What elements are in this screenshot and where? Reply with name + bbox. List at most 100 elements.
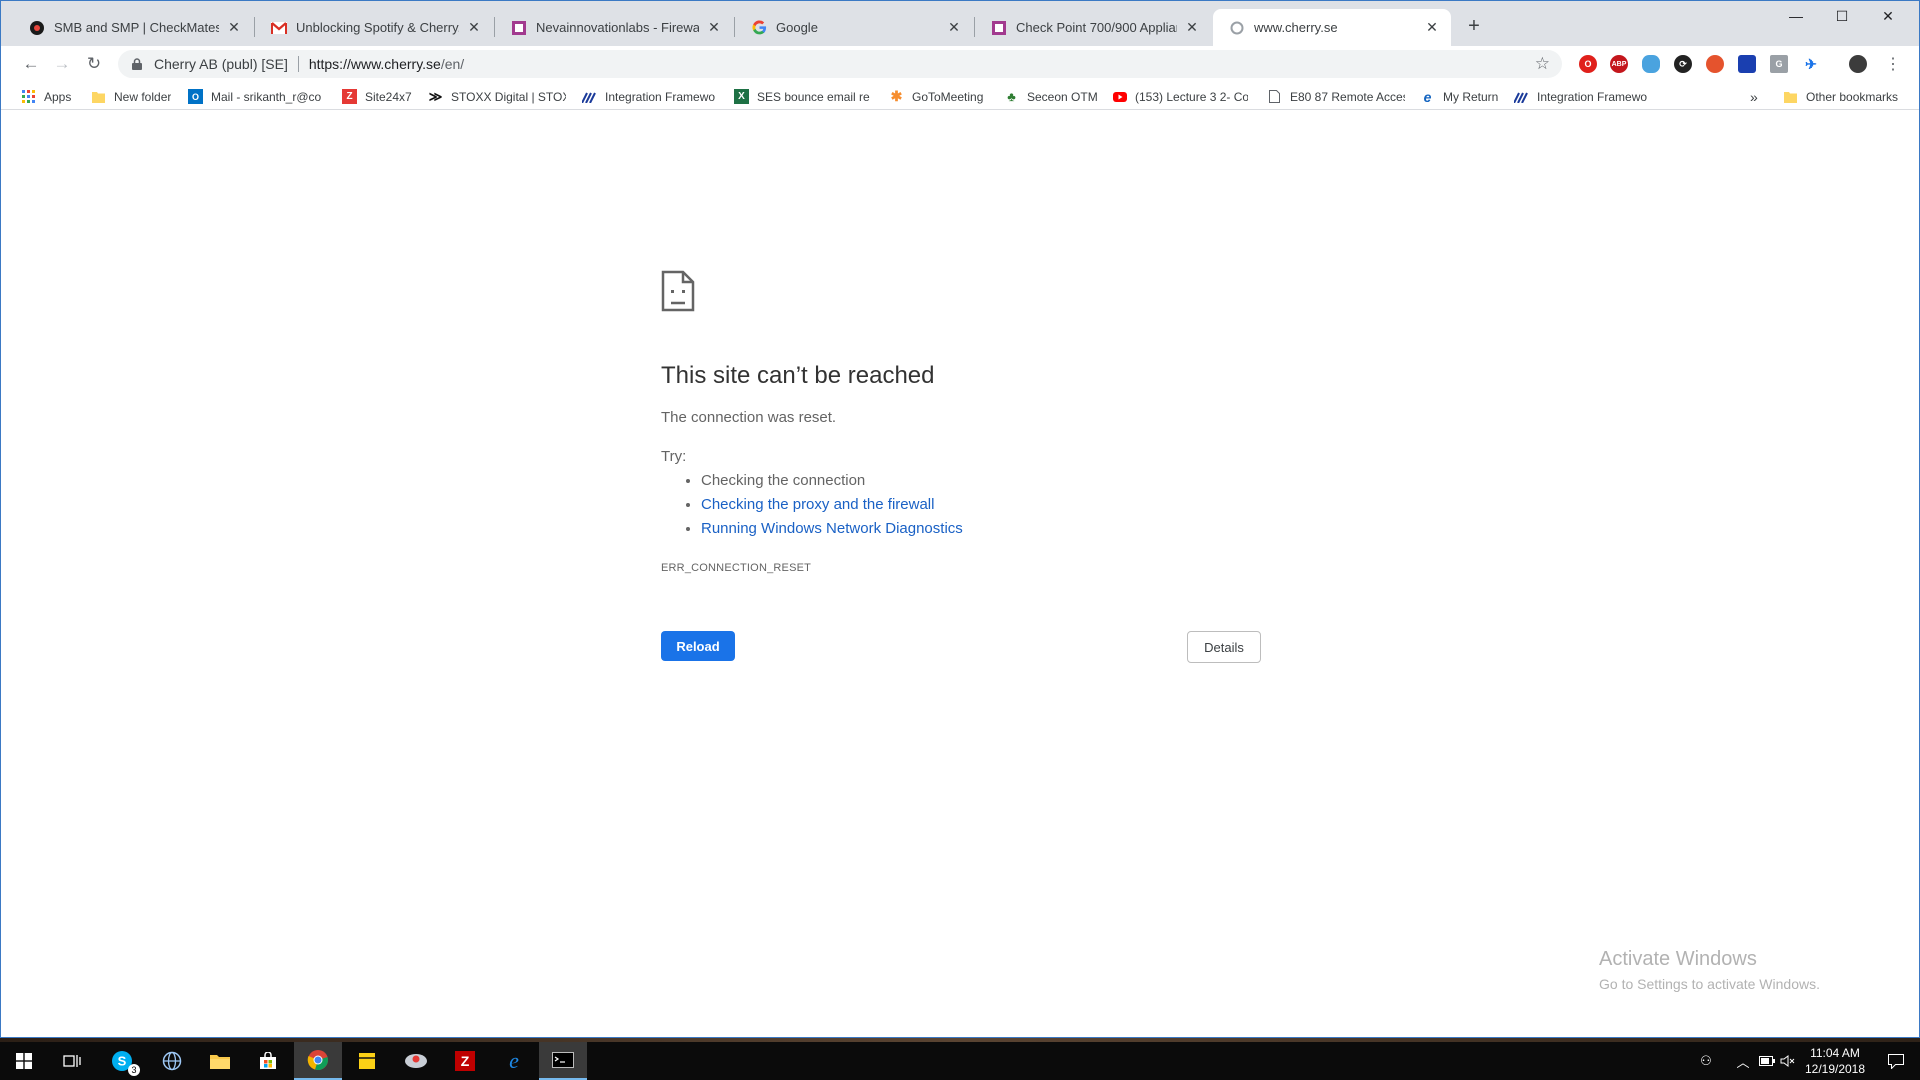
close-icon[interactable]: ✕ (465, 19, 483, 37)
bookmark-mail[interactable]: O Mail - srikanth_r@co (188, 88, 326, 105)
people-button[interactable]: ⚇ (1694, 1042, 1718, 1080)
tab-title: Google (776, 20, 818, 35)
close-icon[interactable]: ✕ (225, 19, 243, 37)
details-button[interactable]: Details (1187, 631, 1261, 663)
bookmark-stoxx[interactable]: ≫ STOXX Digital | STOX (428, 88, 566, 105)
chrome-icon (307, 1050, 328, 1070)
bookmark-integration-framework[interactable]: Integration Framewo (582, 88, 718, 105)
blue-extension-icon[interactable] (1738, 55, 1756, 73)
chrome-menu-button[interactable]: ⋮ (1881, 52, 1905, 76)
kebab-menu-icon: ⋮ (1885, 56, 1901, 73)
bookmark-label: (153) Lecture 3 2- Co (1135, 89, 1248, 104)
terminal-button[interactable] (539, 1042, 587, 1080)
list-item: Checking the connection (701, 472, 963, 496)
close-icon[interactable]: ✕ (705, 19, 723, 37)
globe-button[interactable] (148, 1042, 196, 1080)
bookmark-new-folder[interactable]: New folder (91, 88, 181, 105)
minimize-button[interactable]: — (1773, 1, 1819, 31)
bookmark-integration-framework-2[interactable]: Integration Framewo (1514, 88, 1654, 105)
bookmark-gotomeeting[interactable]: ✱ GoToMeeting (889, 88, 991, 105)
other-bookmarks[interactable]: Other bookmarks (1783, 88, 1913, 105)
sync-extension-icon[interactable]: ⟳ (1674, 55, 1692, 73)
store-button[interactable] (244, 1042, 292, 1080)
watermark-subtitle: Go to Settings to activate Windows. (1599, 976, 1820, 992)
network-diagnostics-link[interactable]: Running Windows Network Diagnostics (701, 520, 963, 537)
network-app-icon (405, 1054, 427, 1068)
battery-button[interactable] (1756, 1042, 1778, 1080)
bookmark-label: My Return (1443, 89, 1499, 104)
error-description: The connection was reset. (661, 409, 837, 426)
back-button[interactable]: ← (19, 52, 43, 76)
forward-button[interactable]: → (50, 52, 74, 76)
grammar-extension-icon[interactable]: G (1770, 55, 1788, 73)
cloud-extension-icon[interactable] (1642, 55, 1660, 73)
suggestion-text: Checking the connection (701, 472, 866, 489)
tab-gmail[interactable]: Unblocking Spotify & Cherry.se a ✕ (255, 9, 493, 46)
bookmark-seceon[interactable]: ♣ Seceon OTM (1004, 88, 1098, 105)
tab-checkmates[interactable]: SMB and SMP | CheckMates ✕ (13, 9, 253, 46)
maximize-button[interactable]: ☐ (1819, 1, 1865, 31)
skype-button[interactable]: S 3 (98, 1042, 146, 1080)
tab-strip: SMB and SMP | CheckMates ✕ Unblocking Sp… (1, 1, 1919, 46)
bookmark-site24x7[interactable]: Z Site24x7 (342, 88, 418, 105)
bookmark-label: SES bounce email re (757, 89, 870, 104)
new-tab-button[interactable]: + (1463, 15, 1485, 37)
close-icon[interactable]: ✕ (945, 19, 963, 37)
network-app-button[interactable] (392, 1042, 440, 1080)
tab-title: Unblocking Spotify & Cherry.se a (296, 20, 459, 35)
taskbar: S 3 Z e ⚇ ︿ 11:04 AM 12/19/2018 (0, 1042, 1920, 1080)
avatar[interactable] (1849, 55, 1867, 73)
bookmark-ses-bounce[interactable]: X SES bounce email re (734, 88, 874, 105)
edge-button[interactable]: e (490, 1042, 538, 1080)
suggestion-list: Checking the connection Checking the pro… (701, 472, 963, 544)
tab-cherry[interactable]: www.cherry.se ✕ (1213, 9, 1451, 46)
close-icon: ✕ (1882, 7, 1894, 24)
bookmark-star-icon[interactable]: ☆ (1535, 54, 1550, 74)
bookmark-apps[interactable]: Apps (21, 88, 81, 105)
bookmark-lecture[interactable]: (153) Lecture 3 2- Co (1112, 88, 1248, 105)
tab-checkpoint[interactable]: Check Point 700/900 Appliances ✕ (975, 9, 1211, 46)
bookmark-label: E80 87 Remote Acces (1290, 89, 1405, 104)
bookmarks-overflow-button[interactable]: » (1750, 88, 1762, 105)
proxy-firewall-link[interactable]: Checking the proxy and the firewall (701, 496, 934, 513)
reload-toolbar-button[interactable]: ↻ (82, 52, 106, 76)
bookmark-e80-remote[interactable]: E80 87 Remote Acces (1267, 88, 1405, 105)
close-icon[interactable]: ✕ (1183, 19, 1201, 37)
reload-button[interactable]: Reload (661, 631, 735, 661)
error-title: This site can’t be reached (661, 362, 935, 389)
filezilla-icon: Z (455, 1051, 475, 1071)
arrow-left-icon: ← (22, 54, 40, 73)
seceon-icon: ♣ (1007, 89, 1016, 104)
close-window-button[interactable]: ✕ (1865, 1, 1911, 31)
site24x7-icon: Z (342, 89, 357, 104)
google-icon (751, 20, 767, 36)
activate-windows-watermark: Activate Windows Go to Settings to activ… (1599, 948, 1820, 992)
show-hidden-icons-button[interactable]: ︿ (1732, 1042, 1754, 1080)
certificate-label[interactable]: Cherry AB (publ) [SE] (154, 56, 288, 72)
chrome-taskbar-button[interactable] (294, 1042, 342, 1080)
file-explorer-icon (210, 1055, 230, 1069)
integration-framework-icon (582, 89, 597, 104)
colorful-extension-icon[interactable] (1706, 55, 1724, 73)
send-extension-icon[interactable]: ✈ (1802, 55, 1820, 73)
filezilla-button[interactable]: Z (441, 1042, 489, 1080)
tab-nevainnovation[interactable]: Nevainnovationlabs - Firewall Ac ✕ (495, 9, 733, 46)
sticky-notes-button[interactable] (343, 1042, 391, 1080)
file-explorer-button[interactable] (196, 1042, 244, 1080)
notification-icon (1888, 1053, 1904, 1069)
task-view-button[interactable] (48, 1042, 96, 1080)
try-label: Try: (661, 448, 687, 465)
chevron-up-icon: ︿ (1736, 1054, 1750, 1070)
system-clock[interactable]: 11:04 AM 12/19/2018 (1795, 1045, 1875, 1077)
watermark-title: Activate Windows (1599, 948, 1757, 970)
action-center-button[interactable] (1874, 1042, 1918, 1080)
address-bar[interactable]: Cherry AB (publ) [SE] https://www.cherry… (118, 50, 1562, 78)
adblock-plus-icon[interactable]: ABP (1610, 55, 1628, 73)
integration-framework-icon (1514, 89, 1529, 104)
close-icon[interactable]: ✕ (1423, 19, 1441, 37)
bookmark-label: Integration Framewo (605, 89, 716, 104)
opera-extension-icon[interactable]: O (1579, 55, 1597, 73)
bookmark-my-return[interactable]: e My Return (1420, 88, 1504, 105)
tab-google[interactable]: Google ✕ (735, 9, 973, 46)
start-button[interactable] (0, 1042, 48, 1080)
